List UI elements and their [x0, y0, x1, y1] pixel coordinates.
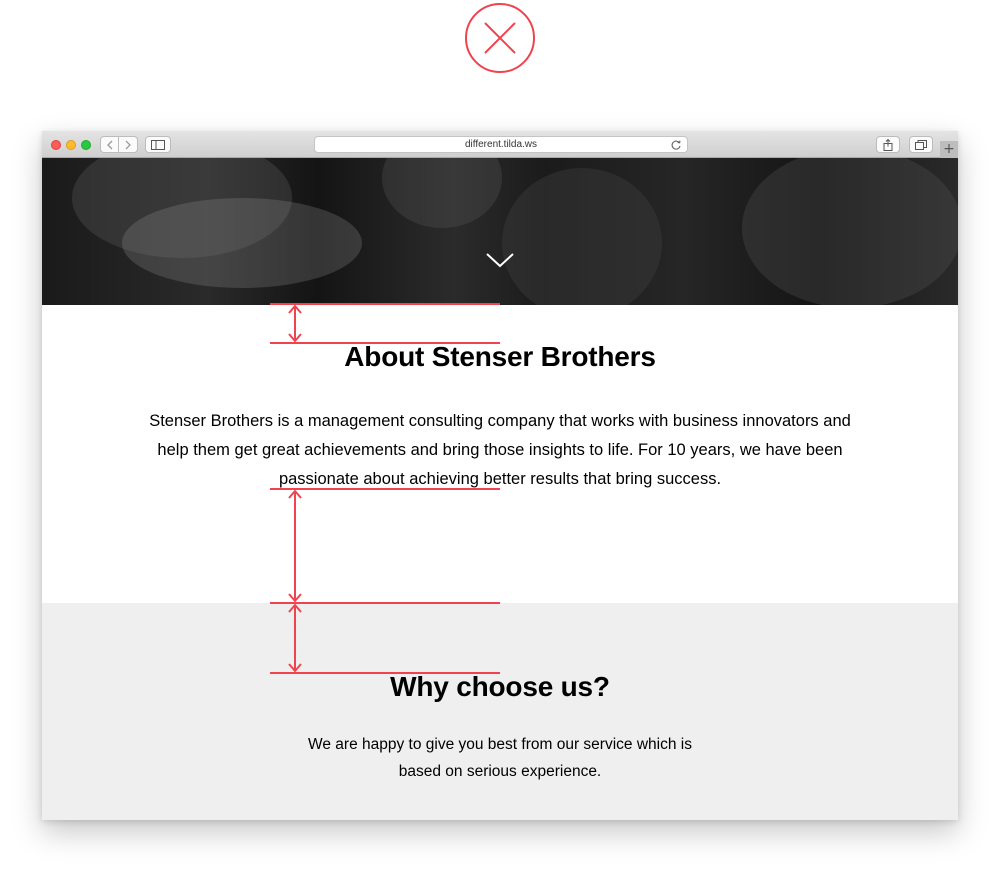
- sidebar-icon: [151, 139, 165, 150]
- window-zoom-button[interactable]: [81, 140, 91, 150]
- tabs-icon: [915, 139, 927, 150]
- about-text: Stenser Brothers is a management consult…: [149, 412, 851, 488]
- window-close-button[interactable]: [51, 140, 61, 150]
- chevron-right-icon: [125, 140, 131, 149]
- forward-button[interactable]: [119, 136, 138, 153]
- about-section: About Stenser Brothers Stenser Brothers …: [42, 305, 958, 603]
- why-section: Why choose us? We are happy to give you …: [42, 603, 958, 820]
- chevron-left-icon: [106, 140, 112, 149]
- share-icon: [883, 138, 893, 151]
- why-text: We are happy to give you best from our s…: [308, 736, 692, 780]
- sidebar-toggle-button[interactable]: [145, 136, 171, 153]
- chevron-down-icon[interactable]: [485, 251, 515, 269]
- new-tab-button[interactable]: +: [940, 141, 958, 158]
- window-minimize-button[interactable]: [66, 140, 76, 150]
- hero-image: [42, 158, 958, 305]
- about-title: About Stenser Brothers: [344, 341, 656, 372]
- share-button[interactable]: [876, 136, 900, 153]
- browser-window: different.tilda.ws + About Stenser Broth…: [42, 131, 958, 820]
- back-button[interactable]: [100, 136, 119, 153]
- tab-overview-button[interactable]: [909, 136, 933, 153]
- url-text: different.tilda.ws: [464, 139, 538, 150]
- why-title: Why choose us?: [390, 671, 610, 702]
- address-bar[interactable]: different.tilda.ws: [314, 136, 688, 153]
- browser-toolbar: different.tilda.ws +: [42, 131, 958, 158]
- reload-icon[interactable]: [670, 139, 682, 151]
- close-icon: [465, 3, 535, 73]
